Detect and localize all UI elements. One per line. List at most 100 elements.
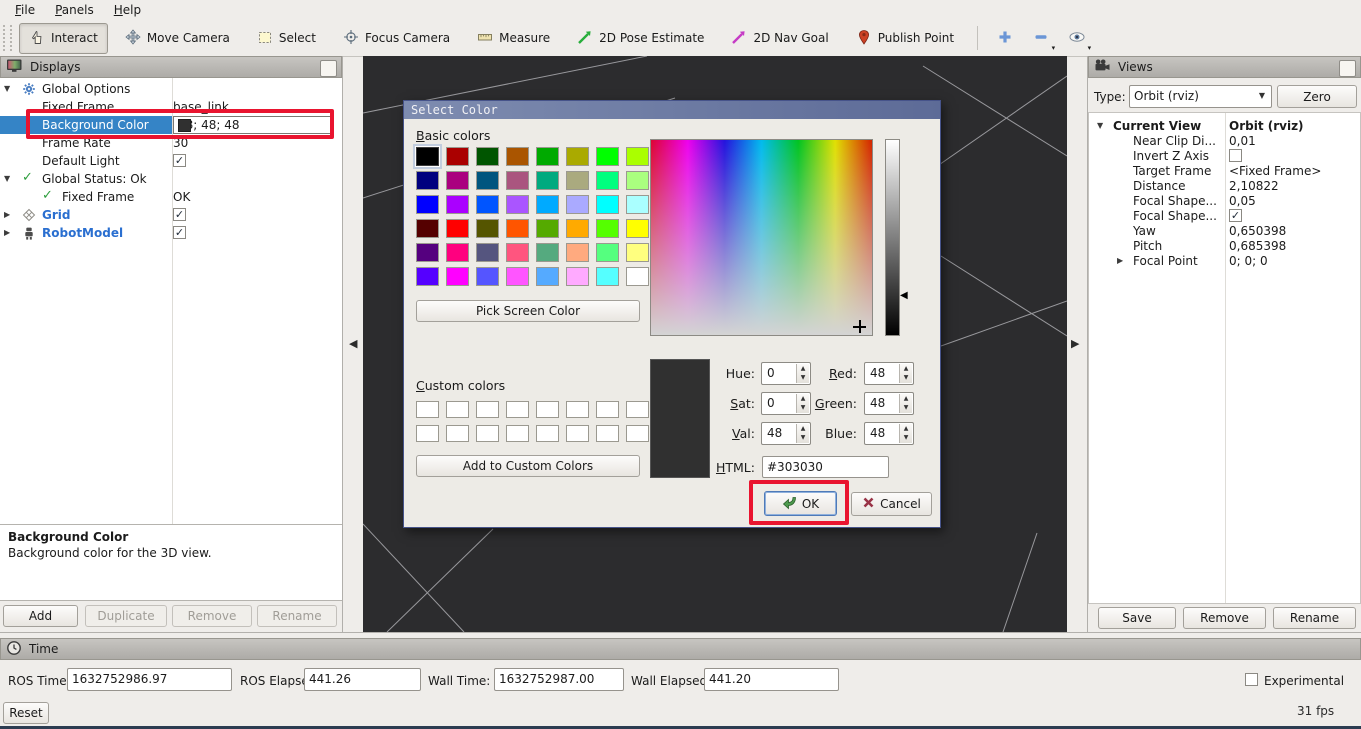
basic-color-swatch[interactable] [626, 171, 649, 190]
rename-display-button[interactable]: Rename [257, 605, 337, 627]
basic-color-swatch[interactable] [626, 243, 649, 262]
basic-color-swatch[interactable] [536, 267, 559, 286]
custom-color-swatch[interactable] [446, 401, 469, 418]
basic-color-swatch[interactable] [416, 243, 439, 262]
expander-closed-icon[interactable]: ▶ [4, 210, 10, 219]
value-slider[interactable] [885, 139, 900, 336]
basic-color-swatch[interactable] [416, 267, 439, 286]
expander-open-icon[interactable]: ▼ [4, 84, 10, 93]
tree-row[interactable]: Default Light✓ [0, 152, 342, 170]
basic-color-swatch[interactable] [416, 219, 439, 238]
custom-color-swatch[interactable] [566, 425, 589, 442]
basic-color-swatch[interactable] [476, 243, 499, 262]
wall-time-field[interactable]: 1632752987.00 [494, 668, 624, 691]
save-view-button[interactable]: Save [1098, 607, 1176, 629]
custom-color-swatch[interactable] [446, 425, 469, 442]
tree-row[interactable]: ▼Global Options [0, 80, 342, 98]
dialog-title-bar[interactable]: Select Color [404, 101, 940, 119]
basic-color-swatch[interactable] [596, 147, 619, 166]
value-slider-arrow[interactable]: ◀ [900, 290, 908, 301]
hue-saturation-picker[interactable] [650, 139, 873, 336]
tree-row[interactable]: ✓Fixed FrameOK [0, 188, 342, 206]
tree-row[interactable]: ▼Current ViewOrbit (rviz) [1089, 117, 1360, 132]
basic-color-swatch[interactable] [506, 267, 529, 286]
basic-color-swatch[interactable] [596, 219, 619, 238]
basic-color-swatch[interactable] [626, 267, 649, 286]
basic-color-swatch[interactable] [596, 267, 619, 286]
basic-color-swatch[interactable] [626, 147, 649, 166]
basic-color-swatch[interactable] [596, 195, 619, 214]
tree-row[interactable]: Target Frame<Fixed Frame> [1089, 162, 1360, 177]
basic-color-swatch[interactable] [506, 219, 529, 238]
basic-color-swatch[interactable] [416, 195, 439, 214]
basic-color-swatch[interactable] [626, 195, 649, 214]
time-panel-header[interactable]: Time [0, 638, 1361, 660]
custom-color-swatch[interactable] [536, 401, 559, 418]
remove-view-button[interactable]: Remove [1183, 607, 1266, 629]
add-to-custom-colors-button[interactable]: Add to Custom Colors [416, 455, 640, 477]
tree-row[interactable]: ▶Grid✓ [0, 206, 342, 224]
basic-color-swatch[interactable] [506, 147, 529, 166]
expander-closed-icon[interactable]: ▶ [1117, 256, 1123, 265]
html-color-input[interactable]: #303030 [762, 456, 889, 478]
basic-color-swatch[interactable] [446, 195, 469, 214]
panel-float-button[interactable] [1339, 60, 1356, 77]
expander-closed-icon[interactable]: ▶ [4, 228, 10, 237]
tree-row[interactable]: ▼✓Global Status: Ok [0, 170, 342, 188]
remove-display-button[interactable]: Remove [172, 605, 252, 627]
basic-color-swatch[interactable] [476, 147, 499, 166]
select-tool-button[interactable]: Select [247, 23, 326, 54]
green-spinbox[interactable]: 48▲▼ [864, 392, 914, 415]
custom-color-swatch[interactable] [476, 425, 499, 442]
basic-color-swatch[interactable] [566, 267, 589, 286]
basic-color-swatch[interactable] [446, 147, 469, 166]
tree-row[interactable]: ▶Focal Point0; 0; 0 [1089, 252, 1360, 267]
basic-color-swatch[interactable] [566, 195, 589, 214]
custom-color-swatch[interactable] [476, 401, 499, 418]
expander-open-icon[interactable]: ▼ [1097, 121, 1103, 130]
interact-tool-button[interactable]: Interact [19, 23, 108, 54]
duplicate-display-button[interactable]: Duplicate [85, 605, 167, 627]
zero-button[interactable]: Zero [1277, 85, 1357, 108]
basic-color-swatch[interactable] [446, 243, 469, 262]
zoom-out-button[interactable]: ▾ [1026, 25, 1056, 51]
view-type-combobox[interactable]: Orbit (rviz) ▼ [1129, 85, 1272, 108]
custom-color-swatch[interactable] [566, 401, 589, 418]
basic-color-swatch[interactable] [476, 267, 499, 286]
tree-row[interactable]: Background Color48; 48; 48 [0, 116, 342, 134]
color-value-editor[interactable]: 48; 48; 48 [173, 116, 334, 134]
custom-color-swatch[interactable] [626, 401, 649, 418]
publish-point-tool-button[interactable]: Publish Point [846, 23, 964, 54]
custom-color-swatch[interactable] [596, 425, 619, 442]
basic-color-swatch[interactable] [416, 147, 439, 166]
basic-color-swatch[interactable] [506, 171, 529, 190]
checkbox[interactable] [1229, 149, 1242, 162]
color-crosshair[interactable] [853, 320, 866, 333]
displays-panel-header[interactable]: Displays [0, 56, 342, 78]
tree-row[interactable]: Yaw0,650398 [1089, 222, 1360, 237]
measure-tool-button[interactable]: Measure [467, 23, 560, 54]
collapse-left-panel-icon[interactable]: ◀ [349, 337, 357, 350]
checkbox[interactable]: ✓ [1229, 209, 1242, 222]
basic-color-swatch[interactable] [536, 147, 559, 166]
basic-color-swatch[interactable] [536, 195, 559, 214]
basic-color-swatch[interactable] [416, 171, 439, 190]
tree-row[interactable]: Fixed Framebase_link [0, 98, 342, 116]
checkbox[interactable]: ✓ [173, 226, 186, 239]
tree-row[interactable]: ▶RobotModel✓ [0, 224, 342, 242]
zoom-in-button[interactable] [990, 25, 1020, 51]
visibility-button[interactable]: ▾ [1062, 25, 1092, 51]
move-camera-tool-button[interactable]: Move Camera [115, 23, 240, 54]
views-panel-header[interactable]: Views [1088, 56, 1361, 78]
tree-row[interactable]: Distance2,10822 [1089, 177, 1360, 192]
tree-row[interactable]: Focal Shape...✓ [1089, 207, 1360, 222]
collapse-right-panel-icon[interactable]: ▶ [1071, 337, 1079, 350]
experimental-checkbox[interactable] [1245, 673, 1258, 686]
spin-arrows-icon[interactable]: ▲▼ [899, 424, 912, 443]
basic-color-swatch[interactable] [566, 171, 589, 190]
basic-color-swatch[interactable] [536, 171, 559, 190]
custom-color-swatch[interactable] [506, 425, 529, 442]
tree-row[interactable]: Invert Z Axis [1089, 147, 1360, 162]
wall-elapsed-field[interactable]: 441.20 [704, 668, 839, 691]
checkbox[interactable]: ✓ [173, 154, 186, 167]
